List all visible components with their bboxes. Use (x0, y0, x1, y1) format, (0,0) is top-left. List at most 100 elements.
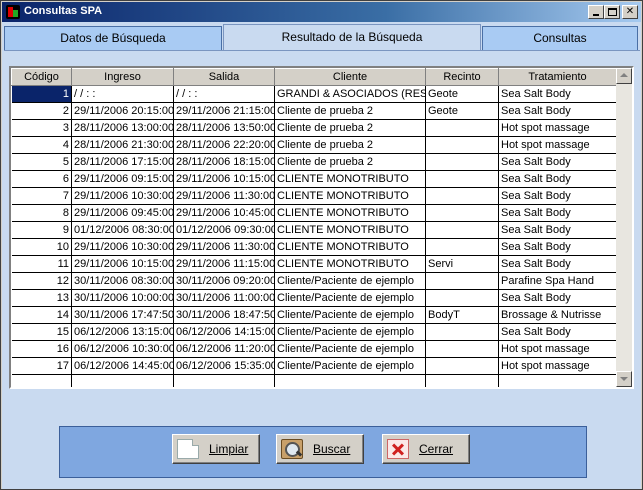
tab-resultado-de-la-busqueda[interactable]: Resultado de la Búsqueda (223, 24, 481, 51)
table-cell[interactable]: Sea Salt Body (498, 289, 617, 307)
table-cell[interactable]: 28/11/2006 18:15:00 (173, 153, 275, 171)
table-cell[interactable]: 15 (11, 323, 72, 341)
table-cell[interactable]: 28/11/2006 21:30:00 (71, 136, 174, 154)
table-row[interactable]: 14 30/11/2006 17:47:50 30/11/2006 18:47:50… (11, 306, 617, 324)
table-cell[interactable]: 28/11/2006 13:50:00 (173, 119, 275, 137)
table-cell[interactable]: CLIENTE MONOTRIBUTO (274, 255, 426, 273)
table-cell[interactable]: 11 (11, 255, 72, 273)
table-cell[interactable]: 29/11/2006 09:15:00 (71, 170, 174, 188)
table-cell[interactable]: 06/12/2006 15:35:00 (173, 357, 275, 375)
column-header[interactable]: Ingreso (71, 68, 174, 86)
table-cell[interactable] (425, 187, 499, 205)
table-cell[interactable]: Sea Salt Body (498, 238, 617, 256)
vertical-scrollbar[interactable] (616, 68, 632, 387)
table-cell[interactable] (425, 323, 499, 341)
table-cell[interactable]: Cliente de prueba 2 (274, 136, 426, 154)
table-row[interactable]: 12 30/11/2006 08:30:00 30/11/2006 09:20:00… (11, 272, 617, 290)
table-cell[interactable]: 16 (11, 340, 72, 358)
table-cell[interactable]: Sea Salt Body (498, 187, 617, 205)
tab-consultas[interactable]: Consultas (482, 26, 638, 50)
scroll-up-button[interactable] (616, 68, 632, 84)
tab-datos-de-busqueda[interactable]: Datos de Búsqueda (4, 26, 222, 50)
table-cell[interactable] (11, 374, 72, 387)
table-cell[interactable] (425, 340, 499, 358)
table-cell[interactable]: 30/11/2006 09:20:00 (173, 272, 275, 290)
table-cell[interactable]: Sea Salt Body (498, 255, 617, 273)
table-cell[interactable]: Sea Salt Body (498, 102, 617, 120)
table-cell[interactable]: 8 (11, 204, 72, 222)
spa-app-icon[interactable] (6, 5, 20, 19)
table-cell[interactable]: Geote (425, 102, 499, 120)
table-cell[interactable]: 29/11/2006 11:30:00 (173, 187, 275, 205)
table-cell[interactable]: GRANDI & ASOCIADOS (RESP (274, 85, 426, 103)
table-cell[interactable]: 28/11/2006 22:20:00 (173, 136, 275, 154)
table-cell[interactable]: 29/11/2006 20:15:00 (71, 102, 174, 120)
table-cell[interactable]: 29/11/2006 10:15:00 (173, 170, 275, 188)
table-cell[interactable]: Cliente/Paciente de ejemplo (274, 306, 426, 324)
table-cell[interactable]: 14 (11, 306, 72, 324)
table-cell[interactable]: 1 (11, 85, 72, 103)
table-cell[interactable]: 29/11/2006 10:30:00 (71, 238, 174, 256)
table-row[interactable]: 9 01/12/2006 08:30:00 01/12/2006 09:30:00 C… (11, 221, 617, 239)
table-cell[interactable]: 10 (11, 238, 72, 256)
table-cell[interactable] (425, 357, 499, 375)
table-cell[interactable]: Cliente de prueba 2 (274, 153, 426, 171)
table-cell[interactable]: 29/11/2006 10:45:00 (173, 204, 275, 222)
table-cell[interactable] (425, 272, 499, 290)
table-cell[interactable]: Sea Salt Body (498, 153, 617, 171)
table-cell[interactable]: Brossage & Nutrisse (498, 306, 617, 324)
table-cell[interactable]: BodyT (425, 306, 499, 324)
table-row[interactable]: 17 06/12/2006 14:45:00 06/12/2006 15:35:00… (11, 357, 617, 375)
table-row[interactable]: 2 29/11/2006 20:15:00 29/11/2006 21:15:00 C… (11, 102, 617, 120)
column-header[interactable]: Cliente (274, 68, 426, 86)
table-cell[interactable]: 06/12/2006 13:15:00 (71, 323, 174, 341)
table-row[interactable]: 5 28/11/2006 17:15:00 28/11/2006 18:15:00 C… (11, 153, 617, 171)
table-cell[interactable]: 28/11/2006 13:00:00 (71, 119, 174, 137)
table-cell[interactable]: / / : : (71, 85, 174, 103)
table-cell[interactable]: 06/12/2006 14:45:00 (71, 357, 174, 375)
table-row[interactable]: 6 29/11/2006 09:15:00 29/11/2006 10:15:00 C… (11, 170, 617, 188)
table-cell[interactable]: CLIENTE MONOTRIBUTO (274, 238, 426, 256)
table-cell[interactable]: 06/12/2006 10:30:00 (71, 340, 174, 358)
table-cell[interactable] (71, 374, 174, 387)
table-cell[interactable]: Hot spot massage (498, 357, 617, 375)
table-cell[interactable]: 29/11/2006 11:15:00 (173, 255, 275, 273)
table-cell[interactable]: Geote (425, 85, 499, 103)
table-cell[interactable] (425, 153, 499, 171)
table-row-empty[interactable] (11, 374, 617, 387)
table-cell[interactable]: 29/11/2006 11:30:00 (173, 238, 275, 256)
table-cell[interactable]: 6 (11, 170, 72, 188)
table-cell[interactable]: 29/11/2006 10:15:00 (71, 255, 174, 273)
table-cell[interactable]: 29/11/2006 09:45:00 (71, 204, 174, 222)
table-cell[interactable] (425, 136, 499, 154)
table-cell[interactable] (425, 221, 499, 239)
column-header[interactable]: Código (11, 68, 72, 86)
table-cell[interactable]: 30/11/2006 18:47:50 (173, 306, 275, 324)
cerrar-button[interactable]: Cerrar (382, 434, 470, 464)
table-cell[interactable]: 3 (11, 119, 72, 137)
column-header[interactable]: Tratamiento (498, 68, 617, 86)
table-cell[interactable]: Sea Salt Body (498, 204, 617, 222)
table-cell[interactable] (425, 204, 499, 222)
table-cell[interactable] (425, 289, 499, 307)
table-cell[interactable]: 30/11/2006 17:47:50 (71, 306, 174, 324)
table-cell[interactable]: 01/12/2006 09:30:00 (173, 221, 275, 239)
table-cell[interactable]: 01/12/2006 08:30:00 (71, 221, 174, 239)
table-cell[interactable]: 12 (11, 272, 72, 290)
table-cell[interactable]: CLIENTE MONOTRIBUTO (274, 204, 426, 222)
table-cell[interactable]: 4 (11, 136, 72, 154)
table-row[interactable]: 4 28/11/2006 21:30:00 28/11/2006 22:20:00 C… (11, 136, 617, 154)
close-button[interactable]: ✕ (622, 5, 638, 19)
table-row[interactable]: 3 28/11/2006 13:00:00 28/11/2006 13:50:00 C… (11, 119, 617, 137)
table-cell[interactable]: Cliente/Paciente de ejemplo (274, 289, 426, 307)
table-cell[interactable] (425, 238, 499, 256)
table-cell[interactable]: Hot spot massage (498, 119, 617, 137)
table-cell[interactable]: 30/11/2006 10:00:00 (71, 289, 174, 307)
column-header[interactable]: Recinto (425, 68, 499, 86)
table-row[interactable]: 11 29/11/2006 10:15:00 29/11/2006 11:15:00… (11, 255, 617, 273)
table-cell[interactable]: 28/11/2006 17:15:00 (71, 153, 174, 171)
table-row[interactable]: 16 06/12/2006 10:30:00 06/12/2006 11:20:00… (11, 340, 617, 358)
table-cell[interactable] (274, 374, 426, 387)
table-cell[interactable]: Sea Salt Body (498, 323, 617, 341)
minimize-button[interactable] (588, 5, 604, 19)
